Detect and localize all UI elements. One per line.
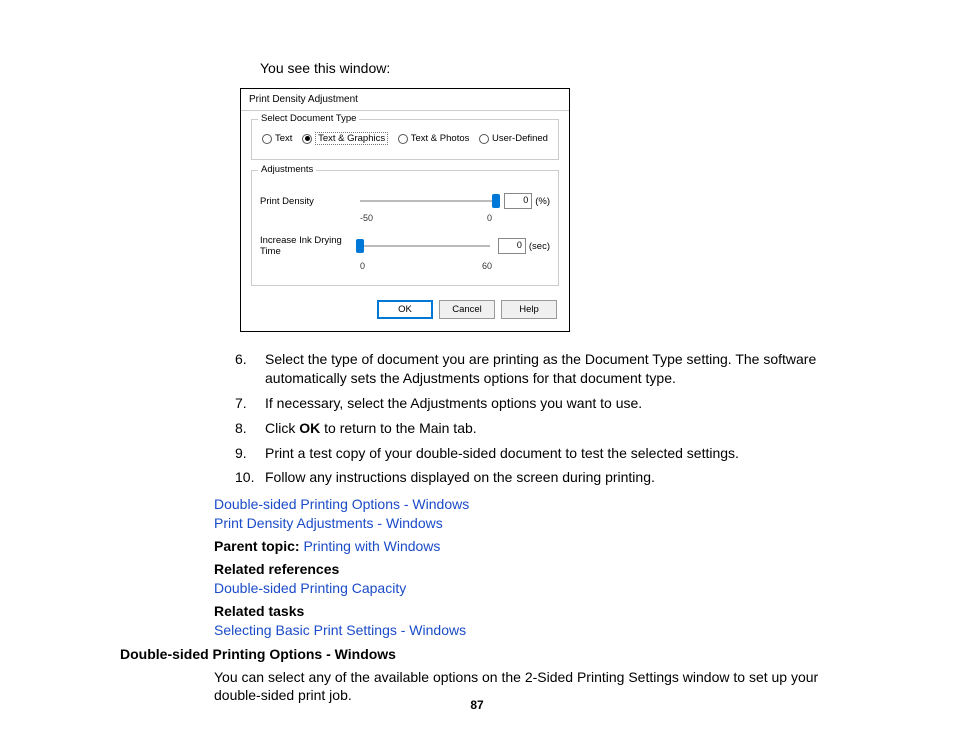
related-references-heading: Related references: [214, 560, 834, 579]
step-8: 8. Click OK to return to the Main tab.: [235, 419, 834, 438]
slider-drytime[interactable]: [360, 239, 490, 253]
radio-text-photos[interactable]: Text & Photos: [398, 133, 470, 144]
dialog-window: Print Density Adjustment Select Document…: [240, 88, 570, 332]
related-tasks-heading: Related tasks: [214, 602, 834, 621]
steps-list: 6. Select the type of document you are p…: [235, 350, 834, 487]
radio-label: Text: [275, 133, 292, 144]
link-printing-windows[interactable]: Printing with Windows: [303, 538, 440, 554]
radio-icon: [479, 134, 489, 144]
parent-topic-label: Parent topic:: [214, 538, 303, 554]
step-text: If necessary, select the Adjustments opt…: [265, 394, 834, 413]
slider-density[interactable]: [360, 194, 496, 208]
slider-drytime-value[interactable]: 0: [498, 238, 526, 254]
step-number: 7.: [235, 394, 265, 413]
slider-density-value[interactable]: 0: [504, 193, 532, 209]
radio-text[interactable]: Text: [262, 133, 292, 144]
groupbox-doctype-title: Select Document Type: [258, 113, 359, 124]
dialog-title: Print Density Adjustment: [241, 89, 569, 111]
slider-tick-min: 0: [360, 261, 365, 271]
cancel-button[interactable]: Cancel: [439, 300, 495, 319]
radio-icon: [262, 134, 272, 144]
groupbox-doctype: Select Document Type Text Text & Graphic…: [251, 119, 559, 160]
slider-thumb-icon: [492, 194, 500, 208]
radio-label: Text & Photos: [411, 133, 470, 144]
step-text: Click OK to return to the Main tab.: [265, 419, 834, 438]
step-number: 10.: [235, 468, 265, 487]
radio-label: User-Defined: [492, 133, 548, 144]
groupbox-adjustments: Adjustments Print Density 0 (%): [251, 170, 559, 286]
step-6: 6. Select the type of document you are p…: [235, 350, 834, 388]
radio-icon: [398, 134, 408, 144]
link-double-sided-capacity[interactable]: Double-sided Printing Capacity: [214, 579, 834, 598]
radio-label: Text & Graphics: [315, 132, 388, 145]
intro-text: You see this window:: [260, 60, 834, 76]
slider-tick-max: 0: [487, 213, 492, 223]
slider-drytime-label: Increase Ink Drying Time: [260, 235, 360, 257]
step-number: 6.: [235, 350, 265, 388]
step-9: 9. Print a test copy of your double-side…: [235, 444, 834, 463]
link-print-density-adjustments[interactable]: Print Density Adjustments - Windows: [214, 514, 834, 533]
slider-tick-min: -50: [360, 213, 373, 223]
radio-user-defined[interactable]: User-Defined: [479, 133, 548, 144]
slider-density-unit: (%): [535, 196, 550, 207]
step-text: Follow any instructions displayed on the…: [265, 468, 834, 487]
page-number: 87: [0, 698, 954, 712]
step-number: 8.: [235, 419, 265, 438]
step-text: Select the type of document you are prin…: [265, 350, 834, 388]
step-10: 10. Follow any instructions displayed on…: [235, 468, 834, 487]
slider-density-label: Print Density: [260, 196, 360, 207]
step-7: 7. If necessary, select the Adjustments …: [235, 394, 834, 413]
radio-icon: [302, 134, 312, 144]
help-button[interactable]: Help: [501, 300, 557, 319]
step-number: 9.: [235, 444, 265, 463]
slider-drytime-unit: (sec): [529, 241, 550, 252]
radio-text-graphics[interactable]: Text & Graphics: [302, 132, 388, 145]
slider-thumb-icon: [356, 239, 364, 253]
groupbox-adjustments-title: Adjustments: [258, 164, 316, 175]
link-double-sided-options[interactable]: Double-sided Printing Options - Windows: [214, 495, 834, 514]
step-text: Print a test copy of your double-sided d…: [265, 444, 834, 463]
slider-tick-max: 60: [482, 261, 492, 271]
link-selecting-basic-settings[interactable]: Selecting Basic Print Settings - Windows: [214, 621, 834, 640]
section-heading-double-sided-options: Double-sided Printing Options - Windows: [120, 646, 834, 662]
ok-button[interactable]: OK: [377, 300, 433, 319]
